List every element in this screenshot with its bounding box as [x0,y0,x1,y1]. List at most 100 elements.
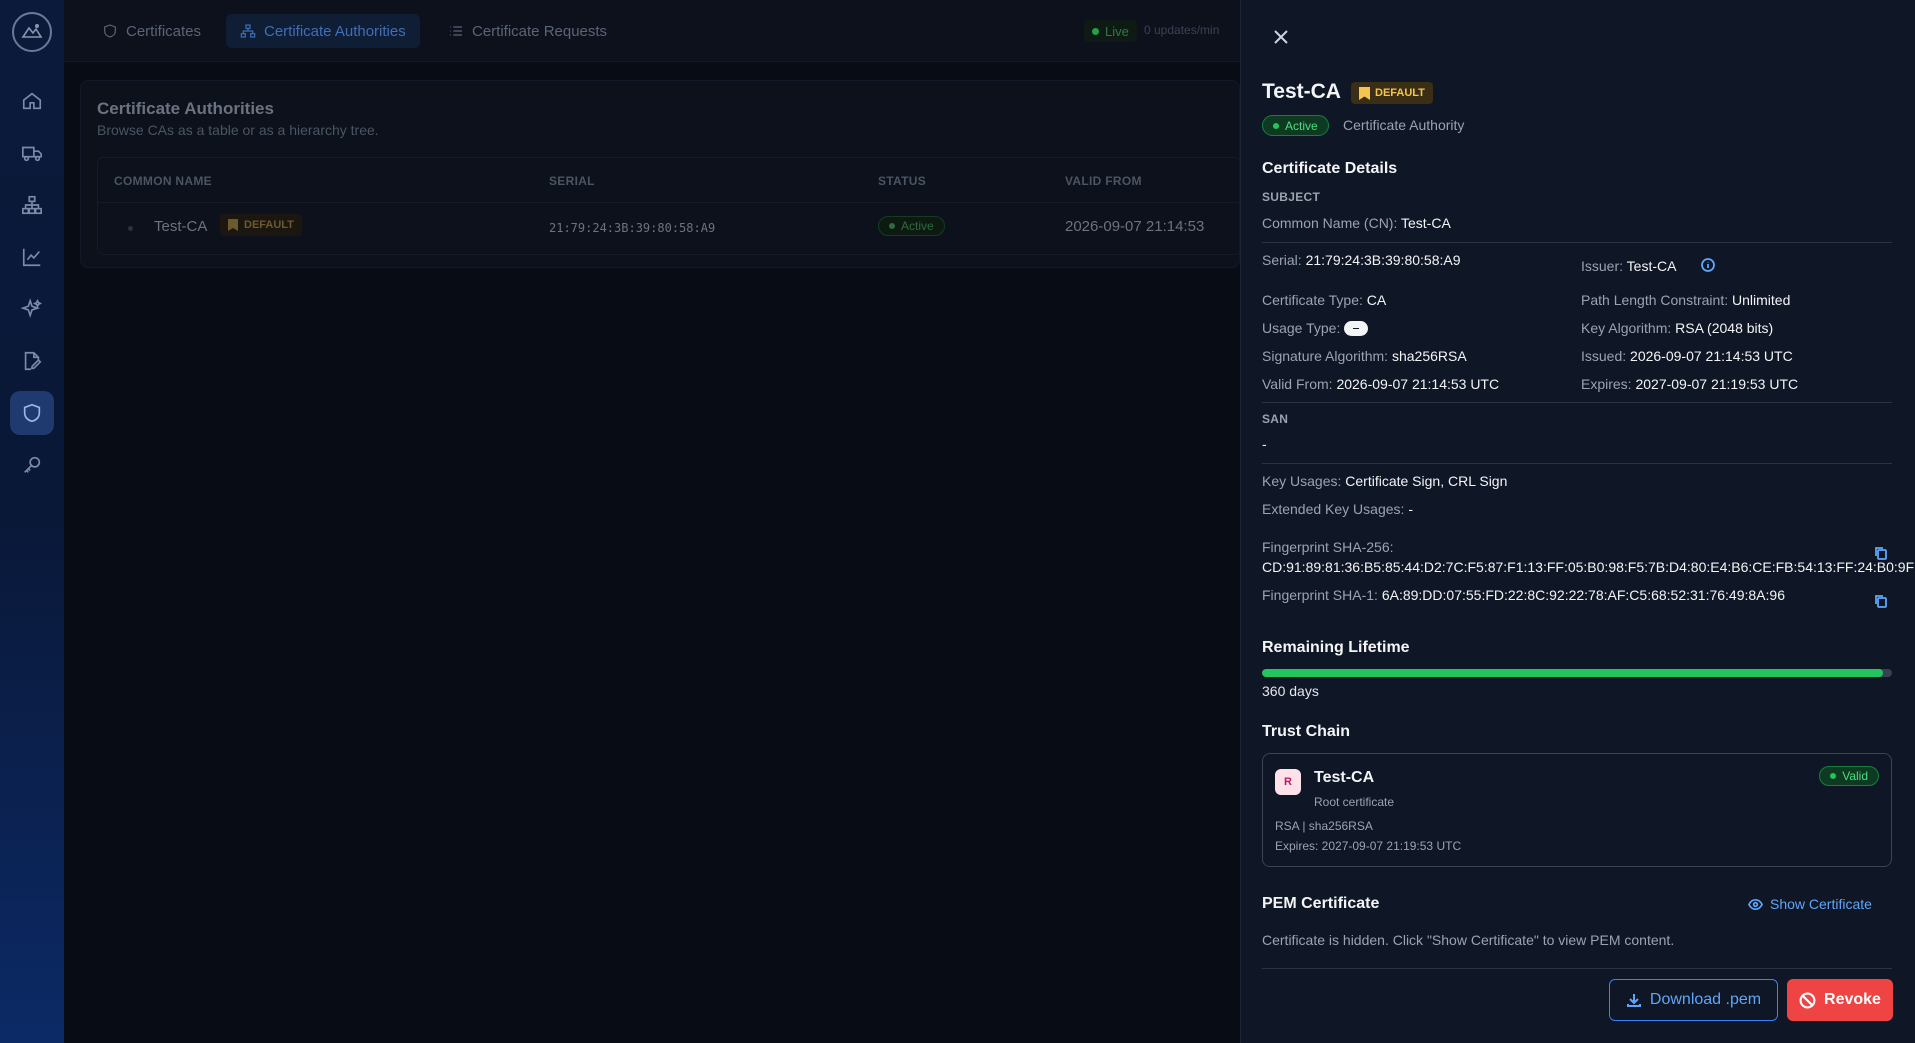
certificate-detail-drawer: Test-CA DEFAULT Active Certificate Autho… [1240,0,1915,1043]
fingerprint-sha1-field: Fingerprint SHA-1: 6A:89:DD:07:55:FD:22:… [1262,585,1862,605]
bookmark-icon [1359,86,1370,100]
status-label: Active [901,219,934,233]
lifetime-progress-fill [1262,669,1884,677]
app-logo[interactable] [12,12,52,52]
san-label: SAN [1262,412,1289,426]
path-length-field: Path Length Constraint: Unlimited [1581,292,1790,308]
close-icon [1274,30,1288,44]
nav-home[interactable] [10,79,54,123]
column-header[interactable]: VALID FROM [1065,174,1142,188]
row-serial: 21:79:24:3B:39:80:58:A9 [549,221,716,235]
pem-hidden-note: Certificate is hidden. Click "Show Certi… [1262,932,1675,948]
lifetime-progress-bar [1262,669,1892,677]
ca-list-card: Certificate Authorities Browse CAs as a … [80,80,1241,268]
column-header[interactable]: STATUS [878,174,926,188]
default-badge: DEFAULT [1351,82,1433,104]
default-badge: DEFAULT [220,214,302,236]
divider [1262,968,1892,969]
info-icon [1701,258,1715,272]
certificate-type-field: Certificate Type: CA [1262,292,1386,308]
eye-icon [1748,898,1763,910]
root-badge: R [1275,769,1301,795]
field-value[interactable]: Test-CA [1627,258,1677,274]
field-value[interactable]: 6A:89:DD:07:55:FD:22:8C:92:22:78:AF:C5:6… [1382,587,1785,603]
field-label: Signature Algorithm: [1262,348,1389,364]
tree-bullet-icon [128,226,133,231]
valid-dot-icon [1830,773,1837,779]
copy-sha256-button[interactable] [1874,546,1888,560]
valid-label: Valid [1842,769,1868,783]
serial-field: Serial: 21:79:24:3B:39:80:58:A9 [1262,252,1461,268]
live-dot-icon [1092,27,1099,35]
issued-field: Issued: 2026-09-07 21:14:53 UTC [1581,348,1793,364]
show-certificate-button[interactable]: Show Certificate [1748,896,1872,912]
close-button[interactable] [1270,26,1292,48]
update-rate: 0 updates/min [1144,23,1220,37]
tab-certificate-requests[interactable]: Certificate Requests [434,14,621,48]
copy-icon [1875,547,1887,560]
trust-chain-item[interactable]: R Test-CA Root certificate RSA | sha256R… [1262,753,1892,867]
field-value: - [1408,501,1413,517]
field-value: sha256RSA [1391,348,1467,364]
issuer-field: Issuer: Test-CA [1581,258,1676,274]
tab-certificate-authorities[interactable]: Certificate Authorities [226,14,420,48]
usage-type-empty-badge [1344,320,1369,336]
column-header[interactable]: SERIAL [549,174,595,188]
default-label: DEFAULT [244,219,294,231]
subject-label: SUBJECT [1262,190,1321,204]
revoke-label: Revoke [1824,991,1881,1008]
copy-sha1-button[interactable] [1874,594,1888,608]
sparkles-icon [21,298,43,319]
divider [1262,242,1892,243]
san-value: - [1262,436,1267,452]
field-value: 2026-09-07 21:14:53 UTC [1630,348,1793,364]
trust-chain-heading: Trust Chain [1262,723,1351,740]
details-heading: Certificate Details [1262,160,1398,177]
drawer-title: Test-CA [1262,80,1341,103]
revoke-button[interactable]: Revoke [1787,979,1893,1021]
field-label: Expires: [1581,376,1632,392]
common-name-field: Common Name (CN): Test-CA [1262,215,1451,231]
nav-ai[interactable] [10,287,54,331]
nav-certificates[interactable] [10,391,54,435]
status-badge: Active [878,216,945,236]
field-value: Test-CA [1401,215,1451,231]
field-label: Usage Type: [1262,320,1341,336]
field-label: Certificate Type: [1262,292,1363,308]
nav-hierarchy[interactable] [10,183,54,227]
top-tab-bar: Certificates Certificate Authorities Cer… [64,0,1240,62]
row-common-name[interactable]: Test-CA [154,218,207,235]
download-pem-button[interactable]: Download .pem [1609,979,1778,1021]
divider [1262,402,1892,403]
tab-certificates[interactable]: Certificates [88,14,215,48]
field-label: Issuer: [1581,258,1624,274]
live-label: Live [1105,23,1129,39]
field-label: Extended Key Usages: [1262,501,1405,517]
page-subtitle: Browse CAs as a table or as a hierarchy … [97,122,379,138]
expires-field: Expires: 2027-09-07 21:19:53 UTC [1581,376,1798,392]
nav-keys[interactable] [10,443,54,487]
field-label: Key Usages: [1262,473,1342,489]
key-algorithm-field: Key Algorithm: RSA (2048 bits) [1581,320,1773,336]
page-title: Certificate Authorities [97,99,274,118]
field-value[interactable]: CD:91:89:81:36:B5:85:44:D2:7C:F5:87:F1:1… [1262,559,1914,575]
tab-label: Certificate Authorities [264,22,406,40]
key-icon [24,456,41,473]
tab-label: Certificate Requests [472,22,608,40]
nav-analytics[interactable] [10,235,54,279]
field-label: Fingerprint SHA-256: [1262,539,1394,555]
field-value: 21:79:24:3B:39:80:58:A9 [1305,252,1461,268]
status-label: Active [1285,118,1318,133]
file-edit-icon [24,351,42,371]
field-value: - [1262,436,1267,452]
default-label: DEFAULT [1375,87,1425,99]
nav-delivery[interactable] [10,131,54,175]
field-value: 2026-09-07 21:14:53 UTC [1336,376,1500,392]
valid-from-field: Valid From: 2026-09-07 21:14:53 UTC [1262,376,1499,392]
truck-icon [22,146,42,162]
shield-icon [23,403,41,423]
issuer-info-icon[interactable] [1701,258,1715,272]
nav-documents[interactable] [10,339,54,383]
field-label: Valid From: [1262,376,1333,392]
column-header[interactable]: COMMON NAME [114,174,212,188]
